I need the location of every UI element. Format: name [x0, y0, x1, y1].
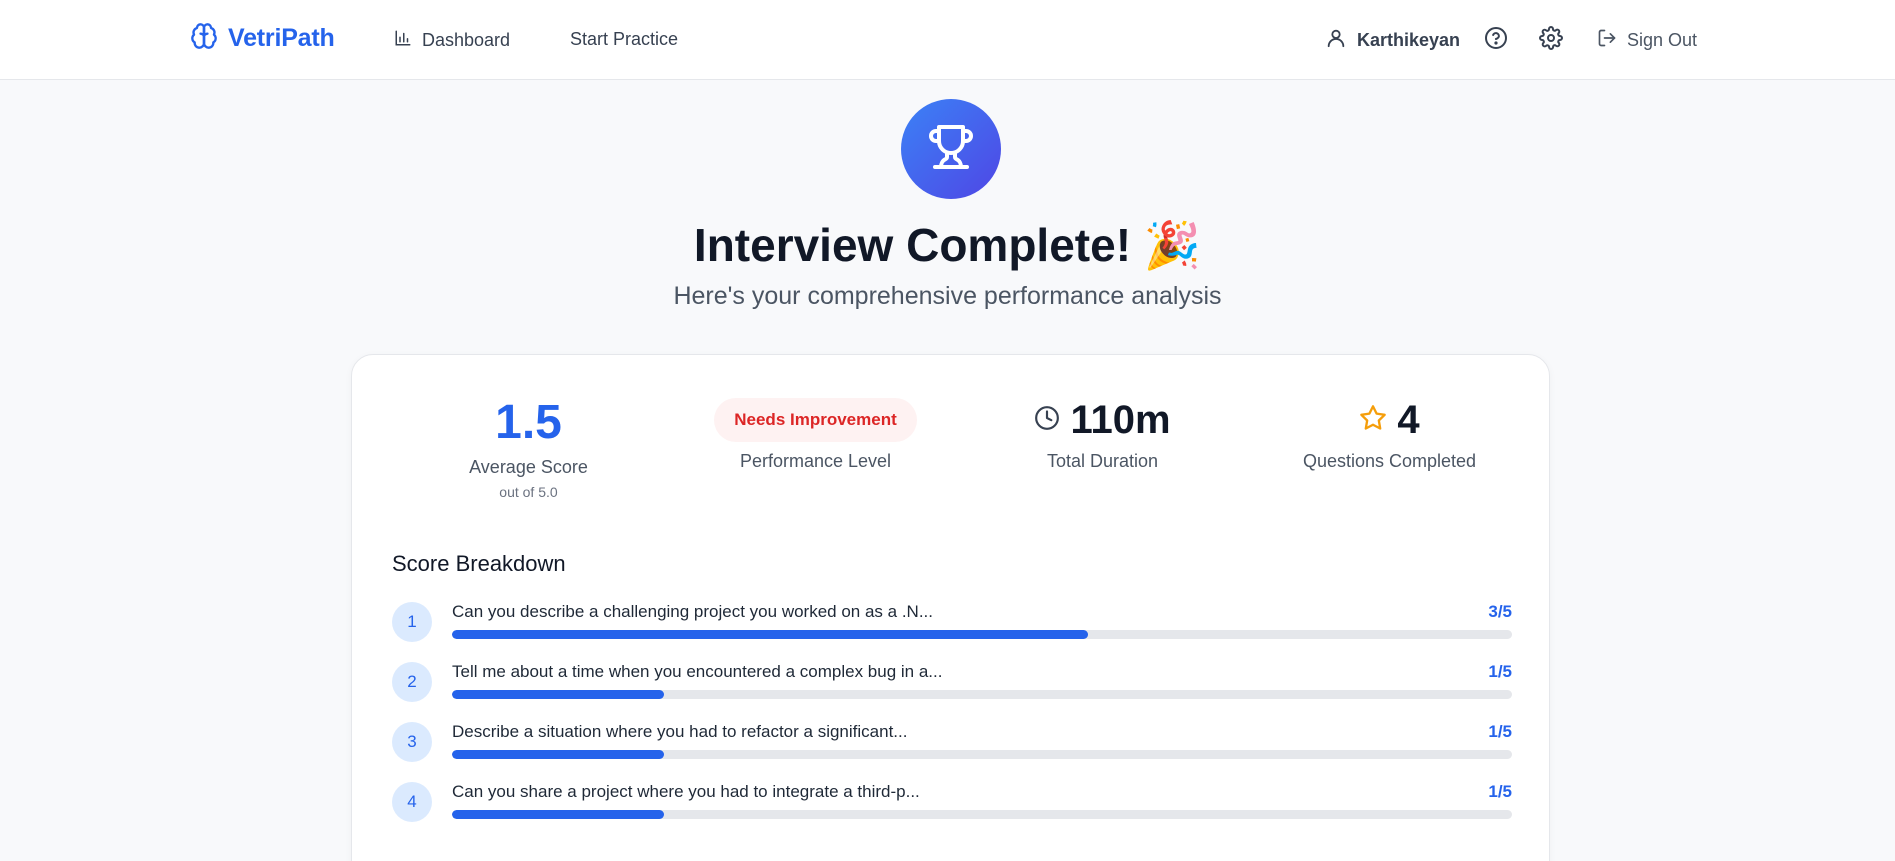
question-score: 1/5 [1488, 782, 1512, 801]
question-number: 1 [392, 602, 432, 642]
question-text: Can you share a project where you had to… [452, 782, 920, 801]
breakdown-row: 3 Describe a situation where you had to … [392, 720, 1512, 764]
nav-start-practice-label: Start Practice [570, 29, 679, 49]
total-duration-label: Total Duration [1046, 451, 1159, 471]
average-score-stat: 1.5 Average Score out of 5.0 [385, 395, 672, 500]
brain-icon [190, 22, 218, 55]
bar-chart-icon [394, 29, 412, 52]
user-menu[interactable]: Karthikeyan [1325, 27, 1460, 54]
score-progress-fill [452, 630, 1088, 639]
user-name: Karthikeyan [1357, 30, 1461, 50]
breakdown-row: 2 Tell me about a time when you encounte… [392, 660, 1512, 704]
question-score: 3/5 [1488, 602, 1512, 621]
brand-name: VetriPath [228, 24, 335, 52]
sign-out-button[interactable]: Sign Out [1597, 28, 1697, 53]
breakdown-row: 1 Can you describe a challenging project… [392, 600, 1512, 644]
clock-icon [1034, 405, 1060, 436]
user-icon [1325, 27, 1347, 54]
score-progress-fill [452, 750, 664, 759]
help-icon [1484, 26, 1508, 55]
question-score: 1/5 [1488, 662, 1512, 681]
question-text: Can you describe a challenging project y… [452, 602, 933, 621]
brand-logo[interactable]: VetriPath [190, 22, 335, 55]
total-duration-value: 110m [1070, 397, 1171, 442]
score-progress-bar [452, 750, 1512, 759]
trophy-icon [927, 123, 975, 176]
gear-icon [1539, 25, 1563, 55]
sign-out-label: Sign Out [1627, 30, 1698, 50]
score-progress-fill [452, 810, 664, 819]
nav-start-practice[interactable]: Start Practice [570, 29, 678, 50]
top-navbar: VetriPath Dashboard Start Practice Karth… [0, 0, 1895, 80]
score-progress-bar [452, 690, 1512, 699]
question-number: 3 [392, 722, 432, 762]
total-duration-stat: 110m Total Duration [959, 395, 1246, 472]
breakdown-row: 4 Can you share a project where you had … [392, 780, 1512, 824]
average-score-label: Average Score [469, 457, 588, 477]
score-progress-fill [452, 690, 664, 699]
trophy-badge [901, 99, 1001, 199]
question-text: Describe a situation where you had to re… [452, 722, 908, 741]
average-score-value: 1.5 [495, 396, 562, 449]
average-score-sub: out of 5.0 [499, 484, 558, 500]
question-number: 4 [392, 782, 432, 822]
help-button[interactable] [1482, 26, 1510, 54]
question-text: Tell me about a time when you encountere… [452, 662, 943, 681]
questions-completed-value: 4 [1397, 397, 1420, 442]
page-title: Interview Complete! 🎉 [693, 219, 1202, 271]
settings-button[interactable] [1537, 25, 1565, 55]
performance-badge: Needs Improvement [714, 398, 917, 442]
nav-dashboard-label: Dashboard [422, 30, 511, 50]
logout-icon [1597, 28, 1617, 53]
performance-level-stat: Needs Improvement Performance Level [672, 395, 959, 472]
score-breakdown-title: Score Breakdown [392, 551, 566, 576]
score-progress-bar [452, 630, 1512, 639]
performance-level-label: Performance Level [739, 451, 892, 471]
question-score: 1/5 [1488, 722, 1512, 741]
star-icon [1359, 404, 1387, 437]
results-card: 1.5 Average Score out of 5.0 Needs Impro… [351, 354, 1550, 861]
nav-dashboard[interactable]: Dashboard [394, 29, 510, 52]
page-subtitle: Here's your comprehensive performance an… [673, 282, 1222, 310]
score-progress-bar [452, 810, 1512, 819]
question-number: 2 [392, 662, 432, 702]
questions-completed-stat: 4 Questions Completed [1246, 395, 1533, 472]
questions-completed-label: Questions Completed [1302, 451, 1477, 471]
